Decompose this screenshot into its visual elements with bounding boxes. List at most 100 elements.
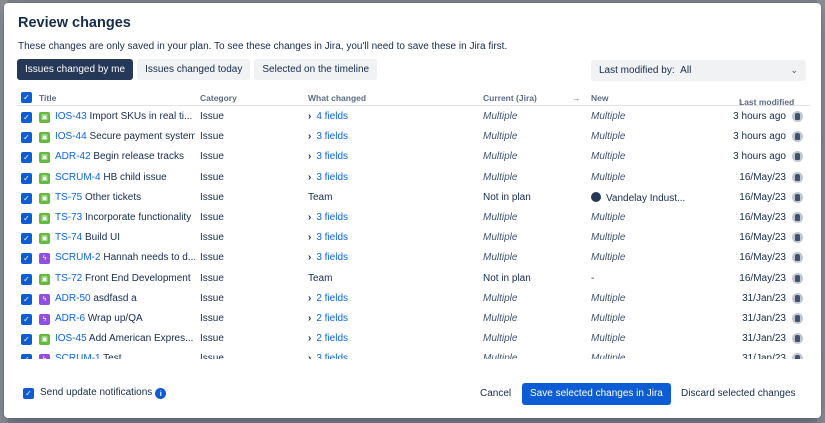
column-header-what-changed[interactable]: What changed <box>308 93 366 103</box>
issue-key-link[interactable]: IOS-43 <box>55 111 87 122</box>
select-all-checkbox[interactable]: ✓ <box>21 92 32 103</box>
chevron-right-icon: › <box>308 252 312 264</box>
column-header-new[interactable]: New <box>591 93 608 103</box>
what-changed-cell[interactable]: › 3 fields <box>308 172 348 183</box>
last-modified-by-select[interactable]: Last modified by: All ⌄ <box>591 60 806 81</box>
row-checkbox[interactable]: ✓ <box>21 152 32 164</box>
table-row[interactable]: ✓ ▣ IOS-45 Add American Expres... Issue › 2 f… <box>17 329 810 349</box>
issue-key-link[interactable]: TS-74 <box>55 232 82 243</box>
cancel-button[interactable]: Cancel <box>472 383 519 405</box>
avatar[interactable] <box>792 131 803 143</box>
column-header-title[interactable]: Title <box>39 93 56 103</box>
column-header-category[interactable]: Category <box>200 93 237 103</box>
what-changed-cell[interactable]: › 4 fields <box>308 111 348 122</box>
avatar[interactable] <box>792 252 803 264</box>
info-icon[interactable]: i <box>155 388 167 399</box>
row-checkbox[interactable]: ✓ <box>21 354 32 359</box>
avatar[interactable] <box>792 171 803 183</box>
changed-fields-link[interactable]: 3 fields <box>316 131 348 142</box>
changed-fields-link[interactable]: 3 fields <box>316 353 348 359</box>
row-checkbox[interactable]: ✓ <box>21 213 32 224</box>
table-row[interactable]: ✓ ▣ ADR-42 Begin release tracks Issue › 3 fie… <box>17 147 810 167</box>
avatar[interactable] <box>792 353 803 359</box>
issue-summary: Import SKUs in real ti... <box>89 111 193 122</box>
issue-key-link[interactable]: SCRUM-4 <box>55 172 101 183</box>
changed-fields-link[interactable]: 3 fields <box>316 212 348 223</box>
avatar[interactable] <box>792 333 803 345</box>
row-checkbox[interactable]: ✓ <box>21 112 32 123</box>
save-in-jira-button[interactable]: Save selected changes in Jira <box>522 383 671 405</box>
what-changed-cell[interactable]: › 2 fields <box>308 293 348 304</box>
avatar[interactable] <box>792 191 803 203</box>
changed-fields-link[interactable]: 3 fields <box>316 252 348 263</box>
changed-fields-link[interactable]: 3 fields <box>316 232 348 243</box>
what-changed-cell[interactable]: › 3 fields <box>308 212 348 223</box>
send-notifications-checkbox[interactable]: ✓ <box>23 388 34 399</box>
avatar[interactable] <box>792 151 803 163</box>
changed-fields-link[interactable]: 2 fields <box>316 313 348 324</box>
issue-key-link[interactable]: TS-73 <box>55 212 82 223</box>
what-changed-cell[interactable]: › 3 fields <box>308 353 348 359</box>
new-value-cell: Multiple <box>591 333 711 344</box>
avatar[interactable] <box>792 212 803 223</box>
row-checkbox[interactable]: ✓ <box>21 192 32 204</box>
avatar[interactable] <box>792 232 803 244</box>
issue-key-link[interactable]: SCRUM-1 <box>55 353 101 359</box>
send-notifications-option[interactable]: ✓ Send update notifications i <box>23 387 167 399</box>
changed-fields-link[interactable]: 4 fields <box>316 111 348 122</box>
row-checkbox[interactable]: ✓ <box>21 253 32 265</box>
discard-changes-button[interactable]: Discard selected changes <box>673 383 804 405</box>
row-checkbox[interactable]: ✓ <box>21 132 32 144</box>
tab-selected-on-timeline[interactable]: Selected on the timeline <box>254 59 378 80</box>
issue-key-link[interactable]: TS-72 <box>55 273 82 284</box>
table-row[interactable]: ✓ ▣ TS-75 Other tickets Issue Team Not in pla… <box>17 188 810 208</box>
table-row[interactable]: ✓ ▣ IOS-43 Import SKUs in real ti... Issue ›… <box>17 107 810 127</box>
what-changed-cell[interactable]: › 3 fields <box>308 252 348 263</box>
issue-key-link[interactable]: ADR-50 <box>55 293 91 304</box>
avatar[interactable] <box>792 313 803 324</box>
what-changed-cell[interactable]: › 3 fields <box>308 131 348 142</box>
issue-key-link[interactable]: TS-75 <box>55 192 82 203</box>
changed-fields-link[interactable]: 2 fields <box>316 293 348 304</box>
issue-summary: Test <box>103 353 122 359</box>
dialog-footer: ✓ Send update notifications i Cancel Save … <box>4 373 821 413</box>
row-checkbox[interactable]: ✓ <box>21 233 32 245</box>
what-changed-cell[interactable]: › 3 fields <box>308 232 348 243</box>
table-row[interactable]: ✓ ▣ IOS-44 Secure payment system Issue › 3 fi… <box>17 127 810 147</box>
column-header-current[interactable]: Current (Jira) <box>483 93 537 103</box>
what-changed-cell[interactable]: › 2 fields <box>308 333 348 344</box>
what-changed-cell[interactable]: › 2 fields <box>308 313 348 324</box>
last-modified-cell: 16/May/23 <box>739 212 786 223</box>
tab-issues-changed-today[interactable]: Issues changed today <box>137 59 251 80</box>
tab-issues-changed-by-me[interactable]: Issues changed by me <box>17 59 134 80</box>
table-row[interactable]: ✓ ϟ SCRUM-2 Hannah needs to d... Issue › 3 fi… <box>17 248 810 268</box>
changed-fields-link[interactable]: 3 fields <box>316 172 348 183</box>
issue-key-link[interactable]: ADR-42 <box>55 151 91 162</box>
row-checkbox[interactable]: ✓ <box>21 314 32 325</box>
new-value-text: Multiple <box>591 313 626 324</box>
table-row[interactable]: ✓ ▣ SCRUM-4 HB child issue Issue › 3 fields Mu… <box>17 168 810 188</box>
row-checkbox[interactable]: ✓ <box>21 334 32 346</box>
row-checkbox[interactable]: ✓ <box>21 293 32 305</box>
avatar[interactable] <box>792 272 803 284</box>
what-changed-cell[interactable]: › 3 fields <box>308 151 348 162</box>
table-row[interactable]: ✓ ϟ ADR-50 asdfasd a Issue › 2 fields Multiple… <box>17 289 810 309</box>
row-checkbox[interactable]: ✓ <box>21 273 32 285</box>
issue-summary: Build UI <box>85 232 121 244</box>
issue-key-link[interactable]: IOS-45 <box>55 333 87 344</box>
table-row[interactable]: ✓ ▣ TS-74 Build UI Issue › 3 fields Multiple Mu… <box>17 228 810 248</box>
table-row[interactable]: ✓ ϟ ADR-6 Wrap up/QA Issue › 2 fields Multiple… <box>17 309 810 329</box>
avatar[interactable] <box>792 292 803 304</box>
table-row[interactable]: ✓ ▣ TS-73 Incorporate functionality Issue › 3… <box>17 208 810 228</box>
issue-key-link[interactable]: SCRUM-2 <box>55 252 101 263</box>
changed-fields-link[interactable]: 3 fields <box>316 151 348 162</box>
changed-fields-link[interactable]: 2 fields <box>316 333 348 344</box>
issue-key-link[interactable]: ADR-6 <box>55 313 85 324</box>
dialog-title: Review changes <box>18 15 131 31</box>
row-checkbox[interactable]: ✓ <box>21 172 32 184</box>
table-row[interactable]: ✓ ϟ SCRUM-1 Test Issue › 3 fields Multiple Mult… <box>17 349 810 359</box>
table-row[interactable]: ✓ ▣ TS-72 Front End Development Issue Team No… <box>17 269 810 289</box>
avatar[interactable] <box>792 111 803 122</box>
issue-key-link[interactable]: IOS-44 <box>55 131 87 142</box>
arrow-right-icon: → <box>572 93 581 103</box>
